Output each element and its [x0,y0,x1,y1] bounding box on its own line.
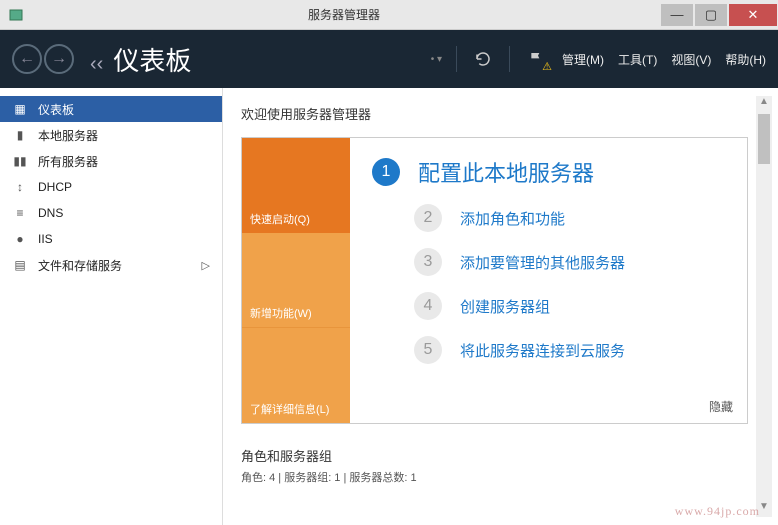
welcome-steps: 1 配置此本地服务器 2 添加角色和功能 3 添加要管理的其他服务器 4 创建服… [350,138,747,423]
step-number: 3 [414,248,442,276]
storage-icon: ▤ [12,257,28,273]
iis-icon: ● [12,231,28,247]
scrollbar-thumb[interactable] [758,114,770,164]
chevron-right-icon: ▷ [202,259,210,272]
dhcp-icon: ↕ [12,179,28,195]
breadcrumb-dropdown-icon[interactable]: • ▾ [431,54,442,65]
view-menu[interactable]: 视图(V) [671,51,711,68]
window-title: 服务器管理器 [28,6,660,23]
roles-section-subtitle: 角色: 4 | 服务器组: 1 | 服务器总数: 1 [241,469,748,485]
sidebar: ▦ 仪表板 ▮ 本地服务器 ▮▮ 所有服务器 ↕ DHCP ≡ DNS ● II… [0,88,223,525]
help-menu[interactable]: 帮助(H) [725,51,766,68]
forward-button[interactable]: → [44,44,74,74]
flag-notifications-icon[interactable] [524,47,548,71]
step-number: 2 [414,204,442,232]
step-text: 创建服务器组 [460,296,550,317]
servers-icon: ▮▮ [12,153,28,169]
step-text: 将此服务器连接到云服务 [460,340,625,361]
maximize-button[interactable]: ▢ [695,4,727,26]
breadcrumb-quote-icon: ‹‹ [90,53,103,76]
manage-menu[interactable]: 管理(M) [562,51,604,68]
tile-label: 快速启动(Q) [250,211,310,227]
refresh-icon[interactable] [471,47,495,71]
tile-quick-start[interactable]: 快速启动(Q) [242,138,350,233]
step-number: 1 [372,158,400,186]
page-title: 仪表板 [113,41,191,78]
tools-menu[interactable]: 工具(T) [618,51,657,68]
step-add-roles[interactable]: 2 添加角色和功能 [414,204,741,232]
server-icon: ▮ [12,127,28,143]
scroll-up-icon[interactable]: ▲ [756,96,772,112]
toolbar: ← → ‹‹ 仪表板 • ▾ 管理(M) 工具(T) 视图(V) 帮助(H) [0,30,778,88]
sidebar-item-label: DNS [38,206,63,220]
close-button[interactable]: ✕ [729,4,777,26]
watermark: www.94jp.com [675,504,760,519]
step-configure-server[interactable]: 1 配置此本地服务器 [372,156,741,188]
welcome-header: 欢迎使用服务器管理器 [241,104,748,123]
nav-arrows: ← → [12,44,74,74]
sidebar-item-label: IIS [38,232,53,246]
sidebar-item-label: DHCP [38,180,72,194]
step-cloud-connect[interactable]: 5 将此服务器连接到云服务 [414,336,741,364]
step-text: 添加角色和功能 [460,208,565,229]
sidebar-item-label: 文件和存储服务 [38,257,122,274]
sidebar-item-label: 所有服务器 [38,153,98,170]
step-create-group[interactable]: 4 创建服务器组 [414,292,741,320]
sidebar-item-iis[interactable]: ● IIS [0,226,222,252]
step-text: 添加要管理的其他服务器 [460,252,625,273]
minimize-button[interactable]: — [661,4,693,26]
tile-label: 了解详细信息(L) [250,401,329,417]
sidebar-item-label: 仪表板 [38,101,74,118]
step-add-servers[interactable]: 3 添加要管理的其他服务器 [414,248,741,276]
step-text: 配置此本地服务器 [418,156,594,188]
sidebar-item-dashboard[interactable]: ▦ 仪表板 [0,96,222,122]
tile-learn-more[interactable]: 了解详细信息(L) [242,327,350,423]
tile-label: 新增功能(W) [250,305,312,321]
sidebar-item-all-servers[interactable]: ▮▮ 所有服务器 [0,148,222,174]
sidebar-item-dhcp[interactable]: ↕ DHCP [0,174,222,200]
step-number: 4 [414,292,442,320]
toolbar-right: • ▾ 管理(M) 工具(T) 视图(V) 帮助(H) [431,46,766,72]
sidebar-item-dns[interactable]: ≡ DNS [0,200,222,226]
vertical-scrollbar[interactable]: ▲ ▼ [756,96,772,517]
dns-icon: ≡ [12,205,28,221]
roles-section-title: 角色和服务器组 [241,446,748,465]
sidebar-item-local-server[interactable]: ▮ 本地服务器 [0,122,222,148]
sidebar-item-label: 本地服务器 [38,127,98,144]
dashboard-icon: ▦ [12,101,28,117]
tile-whats-new[interactable]: 新增功能(W) [242,233,350,328]
hide-link[interactable]: 隐藏 [709,398,733,415]
welcome-panel: 快速启动(Q) 新增功能(W) 了解详细信息(L) 1 配置此本地服务器 2 添… [241,137,748,424]
back-button[interactable]: ← [12,44,42,74]
breadcrumb: ‹‹ 仪表板 [90,41,191,78]
app-icon [4,3,28,27]
titlebar: 服务器管理器 — ▢ ✕ [0,0,778,30]
sidebar-item-storage[interactable]: ▤ 文件和存储服务 ▷ [0,252,222,278]
window-controls: — ▢ ✕ [660,1,778,29]
step-number: 5 [414,336,442,364]
welcome-tiles: 快速启动(Q) 新增功能(W) 了解详细信息(L) [242,138,350,423]
content-area: 欢迎使用服务器管理器 快速启动(Q) 新增功能(W) 了解详细信息(L) 1 配… [223,88,778,525]
